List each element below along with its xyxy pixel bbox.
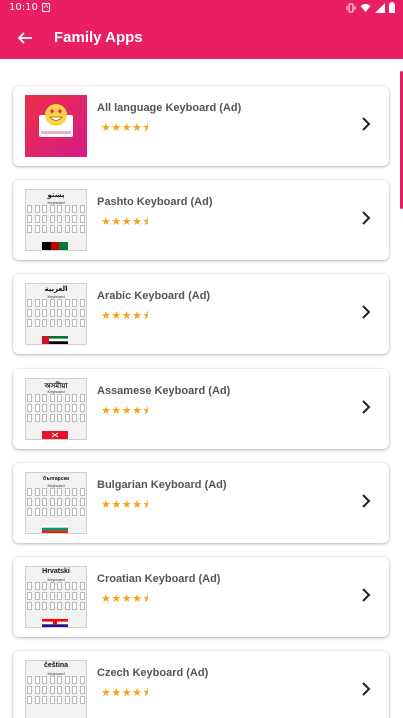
thumb-title: čeština (43, 662, 69, 669)
croatia-flag-icon (42, 619, 68, 627)
app-name: Croatian Keyboard (Ad) (97, 573, 221, 585)
battery-icon (389, 2, 395, 13)
chevron-right-icon[interactable] (360, 492, 372, 510)
app-card-all-language-keyboard[interactable]: All language Keyboard (Ad) ★★★★⯨ (13, 86, 389, 166)
thumb-title: български (42, 476, 70, 482)
app-list[interactable]: All language Keyboard (Ad) ★★★★⯨ پښتو Ke… (0, 59, 403, 718)
app-name: Czech Keyboard (Ad) (97, 667, 209, 679)
star-rating: ★★★★⯨ (101, 593, 149, 605)
chevron-right-icon[interactable] (360, 586, 372, 604)
wifi-icon (360, 3, 371, 12)
app-card-assamese-keyboard[interactable]: অসমীয়া Keyboard Assamese Keyboard (Ad) … (13, 369, 389, 449)
arrow-left-icon[interactable] (14, 27, 36, 49)
app-name: All language Keyboard (Ad) (97, 102, 242, 114)
thumb-title: پښتو (47, 192, 65, 199)
status-bar: 10:10 A (0, 0, 403, 16)
thumb-title: العربية (44, 286, 68, 293)
app-bar: Family Apps (0, 16, 403, 59)
app-icon (25, 95, 87, 157)
app-card-bulgarian-keyboard[interactable]: български Keyboard Bulgarian Keyboard (A… (13, 463, 389, 543)
star-rating: ★★★★⯨ (101, 310, 149, 322)
app-name: Arabic Keyboard (Ad) (97, 290, 211, 302)
thumb-title: Hrvatski (42, 568, 70, 575)
bulgaria-flag-icon (42, 525, 68, 533)
star-rating: ★★★★⯨ (101, 499, 149, 511)
status-time: 10:10 (9, 2, 38, 13)
app-icon: অসমীয়া Keyboard (25, 378, 87, 440)
app-card-arabic-keyboard[interactable]: العربية Keyboard Arabic Keyboard (Ad) ★★… (13, 274, 389, 354)
chevron-right-icon[interactable] (360, 209, 372, 227)
star-rating: ★★★★⯨ (101, 687, 149, 699)
app-name: Bulgarian Keyboard (Ad) (97, 479, 227, 491)
app-card-czech-keyboard[interactable]: čeština Keyboard Czech Keyboard (Ad) ★★★… (13, 651, 389, 718)
chevron-right-icon[interactable] (360, 115, 372, 133)
uae-flag-icon (42, 336, 68, 344)
app-icon: Hrvatski Keyboard (25, 566, 87, 628)
star-rating: ★★★★⯨ (101, 405, 149, 417)
signal-icon (375, 2, 385, 13)
vibrate-icon (346, 3, 356, 12)
app-icon: български Keyboard (25, 472, 87, 534)
app-card-croatian-keyboard[interactable]: Hrvatski Keyboard Croatian Keyboard (Ad)… (13, 557, 389, 637)
app-icon: العربية Keyboard (25, 283, 87, 345)
app-card-pashto-keyboard[interactable]: پښتو Keyboard Pashto Keyboard (Ad) ★★★★⯨ (13, 180, 389, 260)
notification-icon: A (42, 3, 50, 12)
star-rating: ★★★★⯨ (101, 216, 149, 228)
app-name: Assamese Keyboard (Ad) (97, 385, 231, 397)
chevron-right-icon[interactable] (360, 303, 372, 321)
app-name: Pashto Keyboard (Ad) (97, 196, 213, 208)
app-icon: čeština Keyboard (25, 660, 87, 718)
page-title: Family Apps (54, 29, 143, 46)
star-rating: ★★★★⯨ (101, 122, 149, 134)
status-icons (346, 2, 395, 13)
chevron-right-icon[interactable] (360, 398, 372, 416)
app-icon: پښتو Keyboard (25, 189, 87, 251)
afghanistan-flag-icon (42, 242, 68, 250)
chevron-right-icon[interactable] (360, 680, 372, 698)
india-flag-icon (42, 431, 68, 439)
